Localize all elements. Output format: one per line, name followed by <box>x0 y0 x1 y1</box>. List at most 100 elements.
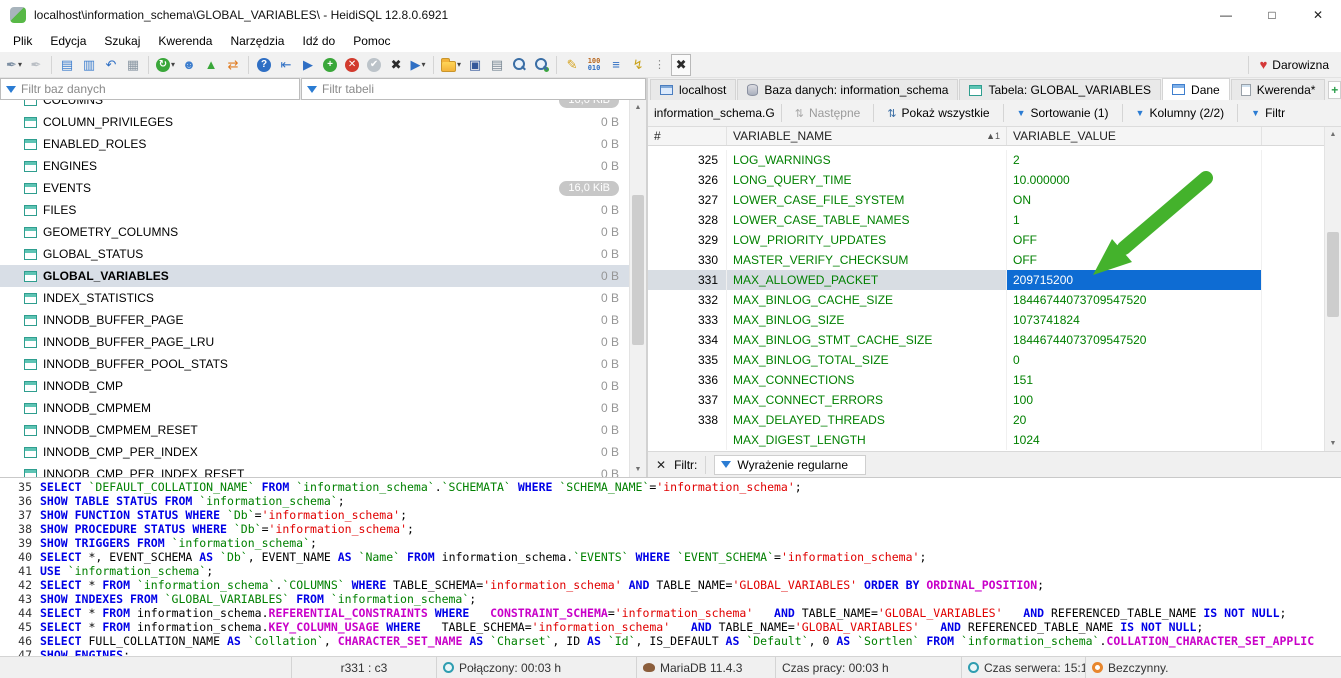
save-button[interactable]: ▣ <box>465 54 485 76</box>
variable-value-cell[interactable]: 20 <box>1007 410 1262 430</box>
variable-value-cell[interactable]: OFF <box>1007 230 1262 250</box>
tab-host[interactable]: localhost <box>650 79 736 100</box>
table-row[interactable]: 335MAX_BINLOG_TOTAL_SIZE0 <box>648 350 1324 370</box>
tree-item-innodb-cmpmem-reset[interactable]: INNODB_CMPMEM_RESET0 B <box>0 419 629 441</box>
tree-item-innodb-cmpmem[interactable]: INNODB_CMPMEM0 B <box>0 397 629 419</box>
menu-item-2[interactable]: Szukaj <box>95 31 149 51</box>
show-all-button[interactable]: ⇅Pokaż wszystkie <box>880 104 996 122</box>
table-row[interactable]: 334MAX_BINLOG_STMT_CACHE_SIZE18446744073… <box>648 330 1324 350</box>
open-file-button[interactable]: ▾ <box>439 54 463 76</box>
variable-value-cell[interactable]: 1073741824 <box>1007 310 1262 330</box>
minimize-button[interactable]: — <box>1203 0 1249 30</box>
variable-value-cell[interactable]: ON <box>1007 190 1262 210</box>
new-query-tab-button[interactable]: + <box>1328 81 1341 99</box>
highlight-button[interactable]: ✎ <box>562 54 582 76</box>
print-button[interactable]: ▦ <box>123 54 143 76</box>
find-again-button[interactable] <box>531 54 551 76</box>
scroll-up-icon[interactable] <box>630 100 646 115</box>
tree-item-innodb-buffer-page-lru[interactable]: INNODB_BUFFER_PAGE_LRU0 B <box>0 331 629 353</box>
table-row[interactable]: 338MAX_DELAYED_THREADS20 <box>648 410 1324 430</box>
tree-item-innodb-buffer-page[interactable]: INNODB_BUFFER_PAGE0 B <box>0 309 629 331</box>
grid-filter-input[interactable]: Wyrażenie regularne <box>714 455 866 475</box>
table-row[interactable]: 329LOW_PRIORITY_UPDATESOFF <box>648 230 1324 250</box>
tree-item-innodb-cmp-per-index-reset[interactable]: INNODB_CMP_PER_INDEX_RESET0 B <box>0 463 629 477</box>
tree-item-columns[interactable]: COLUMNS16,0 KiB <box>0 100 629 111</box>
table-row[interactable]: 327LOWER_CASE_FILE_SYSTEMON <box>648 190 1324 210</box>
database-filter-input[interactable]: Filtr baz danych <box>0 78 300 100</box>
sorting-button[interactable]: ▼Sortowanie (1) <box>1010 104 1116 122</box>
tree-item-events[interactable]: EVENTS16,0 KiB <box>0 177 629 199</box>
tree-scrollbar-thumb[interactable] <box>632 195 644 345</box>
maximize-button[interactable]: □ <box>1249 0 1295 30</box>
variable-value-cell[interactable]: 18446744073709547520 <box>1007 330 1262 350</box>
post-edit-button[interactable]: ✔ <box>364 54 384 76</box>
export-grid-button[interactable]: ▤ <box>487 54 507 76</box>
tree-item-files[interactable]: FILES0 B <box>0 199 629 221</box>
table-row[interactable]: 328LOWER_CASE_TABLE_NAMES1 <box>648 210 1324 230</box>
tree-scrollbar[interactable] <box>629 100 646 477</box>
table-filter-input[interactable]: Filtr tabeli <box>301 78 646 100</box>
menu-item-3[interactable]: Kwerenda <box>149 31 221 51</box>
nav-next-button[interactable]: ▶ <box>298 54 318 76</box>
clear-filter-button[interactable]: ✕ <box>656 458 666 472</box>
run-query-button[interactable]: ▶▾ <box>408 54 428 76</box>
menu-item-5[interactable]: Idź do <box>293 31 344 51</box>
table-row[interactable]: 326LONG_QUERY_TIME10.000000 <box>648 170 1324 190</box>
binary-view-button[interactable]: 100010 <box>584 54 604 76</box>
next-button[interactable]: ⇅Następne <box>788 104 868 122</box>
variable-value-cell[interactable]: 1024 <box>1007 430 1262 450</box>
tab-database[interactable]: Baza danych: information_schema <box>737 79 958 100</box>
clear-button[interactable]: ✖ <box>671 54 691 76</box>
tree-item-innodb-cmp[interactable]: INNODB_CMP0 B <box>0 375 629 397</box>
export-database-button[interactable]: ▲ <box>201 54 221 76</box>
sql-log[interactable]: 35SELECT `DEFAULT_COLLATION_NAME` FROM `… <box>0 477 1341 656</box>
user-manager-button[interactable]: ☻ <box>179 54 199 76</box>
tree-item-column-privileges[interactable]: COLUMN_PRIVILEGES0 B <box>0 111 629 133</box>
tree-item-innodb-cmp-per-index[interactable]: INNODB_CMP_PER_INDEX0 B <box>0 441 629 463</box>
line-break-button[interactable]: ≡ <box>606 54 626 76</box>
add-record-button[interactable]: + <box>320 54 340 76</box>
tree-item-geometry-columns[interactable]: GEOMETRY_COLUMNS0 B <box>0 221 629 243</box>
refresh-database-button[interactable]: ▤ <box>57 54 77 76</box>
import-button[interactable]: ⇄ <box>223 54 243 76</box>
table-row[interactable]: MAX_DIGEST_LENGTH1024 <box>648 430 1324 450</box>
tab-data[interactable]: Dane <box>1162 78 1230 100</box>
create-database-button[interactable]: ▥ <box>79 54 99 76</box>
nav-first-button[interactable]: ⇤ <box>276 54 296 76</box>
table-row[interactable]: 333MAX_BINLOG_SIZE1073741824 <box>648 310 1324 330</box>
variable-value-cell[interactable]: 0 <box>1007 350 1262 370</box>
filter-button[interactable]: ▼Filtr <box>1244 104 1292 122</box>
table-row[interactable]: 337MAX_CONNECT_ERRORS100 <box>648 390 1324 410</box>
session-manager-button[interactable]: ✒▾ <box>4 54 24 76</box>
variable-value-cell[interactable]: OFF <box>1007 250 1262 270</box>
variable-value-cell[interactable]: 2 <box>1007 150 1262 170</box>
variable-value-cell[interactable]: 18446744073709547520 <box>1007 290 1262 310</box>
column-header-variable-name[interactable]: VARIABLE_NAME ▲1 <box>727 127 1007 145</box>
variable-value-cell[interactable]: 100 <box>1007 390 1262 410</box>
scroll-down-icon[interactable] <box>630 462 646 477</box>
cancel-edit-button[interactable]: ✕ <box>342 54 362 76</box>
variable-value-cell[interactable]: 1 <box>1007 210 1262 230</box>
donate-button[interactable]: ♥ Darowizna <box>1252 57 1337 72</box>
scroll-up-icon[interactable] <box>1325 127 1341 142</box>
delete-record-button[interactable]: ✖ <box>386 54 406 76</box>
menu-item-0[interactable]: Plik <box>4 31 41 51</box>
tree-item-global-variables[interactable]: GLOBAL_VARIABLES0 B <box>0 265 629 287</box>
column-header-row-number[interactable]: # <box>648 127 727 145</box>
column-header-variable-value[interactable]: VARIABLE_VALUE <box>1007 127 1262 145</box>
menu-item-1[interactable]: Edycja <box>41 31 95 51</box>
close-button[interactable]: ✕ <box>1295 0 1341 30</box>
table-row[interactable]: 325LOG_WARNINGS2 <box>648 150 1324 170</box>
disconnect-button[interactable]: ✒ <box>26 54 46 76</box>
search-button[interactable] <box>509 54 529 76</box>
grid-scrollbar-thumb[interactable] <box>1327 232 1339 317</box>
tree-item-innodb-buffer-pool-stats[interactable]: INNODB_BUFFER_POOL_STATS0 B <box>0 353 629 375</box>
scroll-down-icon[interactable] <box>1325 436 1341 451</box>
variable-value-cell[interactable]: 151 <box>1007 370 1262 390</box>
menu-item-6[interactable]: Pomoc <box>344 31 399 51</box>
table-row[interactable]: 330MASTER_VERIFY_CHECKSUMOFF <box>648 250 1324 270</box>
reformat-button[interactable]: ↯ <box>628 54 648 76</box>
tree-item-index-statistics[interactable]: INDEX_STATISTICS0 B <box>0 287 629 309</box>
grid-scrollbar[interactable] <box>1324 127 1341 451</box>
undo-button[interactable]: ↶ <box>101 54 121 76</box>
